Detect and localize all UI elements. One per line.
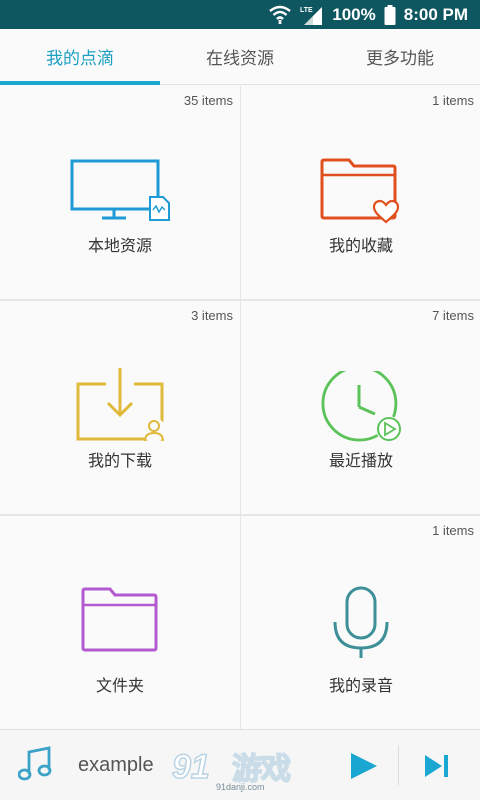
mini-player: example 91 游戏 91danji.com <box>0 729 480 800</box>
tile-label: 最近播放 <box>328 451 393 470</box>
lte-signal-icon: LTE <box>300 4 324 26</box>
item-count: 35 items <box>183 93 233 108</box>
tile-label: 我的录音 <box>328 676 393 695</box>
tile-favorites[interactable]: 1 items 我的收藏 <box>241 86 480 299</box>
svg-text:LTE: LTE <box>300 7 313 14</box>
tile-local-resources[interactable]: 35 items 本地资源 <box>0 86 240 299</box>
microphone-icon <box>331 586 395 664</box>
recent-play-icon <box>319 365 405 447</box>
folder-icon <box>80 586 160 658</box>
music-note-icon[interactable] <box>17 746 52 786</box>
status-bar: LTE 100% 8:00 PM <box>0 0 480 29</box>
item-count: 3 items <box>191 308 233 323</box>
clock: 8:00 PM <box>403 4 468 24</box>
favorite-folder-icon <box>319 157 403 229</box>
wifi-icon <box>268 4 292 26</box>
player-divider <box>398 745 399 785</box>
tab-indicator <box>0 81 160 85</box>
tile-downloads[interactable]: 3 items 我的下载 <box>0 301 240 514</box>
next-icon[interactable] <box>424 754 450 782</box>
download-icon <box>76 366 168 448</box>
tile-label: 我的收藏 <box>328 236 393 255</box>
watermark-number: 91 <box>171 747 210 787</box>
tab-bar: 我的点滴 在线资源 更多功能 <box>0 29 480 85</box>
watermark-logo: 91 游戏 91danji.com <box>171 742 308 798</box>
battery-percent: 100% <box>332 4 376 24</box>
battery-icon <box>384 4 396 26</box>
tile-label: 本地资源 <box>87 236 152 255</box>
tile-recently-played[interactable]: 7 items 最近播放 <box>241 301 480 514</box>
monitor-icon <box>70 159 172 229</box>
play-icon[interactable] <box>350 752 378 784</box>
tile-recordings[interactable]: 1 items 我的录音 <box>241 516 480 729</box>
item-count: 7 items <box>432 308 474 323</box>
watermark-url: 91danji.com <box>216 782 265 792</box>
tab-my-moments[interactable]: 我的点滴 <box>0 29 160 84</box>
tile-folder[interactable]: 文件夹 <box>0 516 240 729</box>
item-count: 1 items <box>432 93 474 108</box>
song-title[interactable]: example <box>78 754 154 777</box>
item-count: 1 items <box>432 523 474 538</box>
tile-label: 我的下载 <box>87 451 152 470</box>
tile-label: 文件夹 <box>95 676 144 695</box>
tab-online-resources[interactable]: 在线资源 <box>160 29 320 84</box>
tab-more-features[interactable]: 更多功能 <box>320 29 480 84</box>
